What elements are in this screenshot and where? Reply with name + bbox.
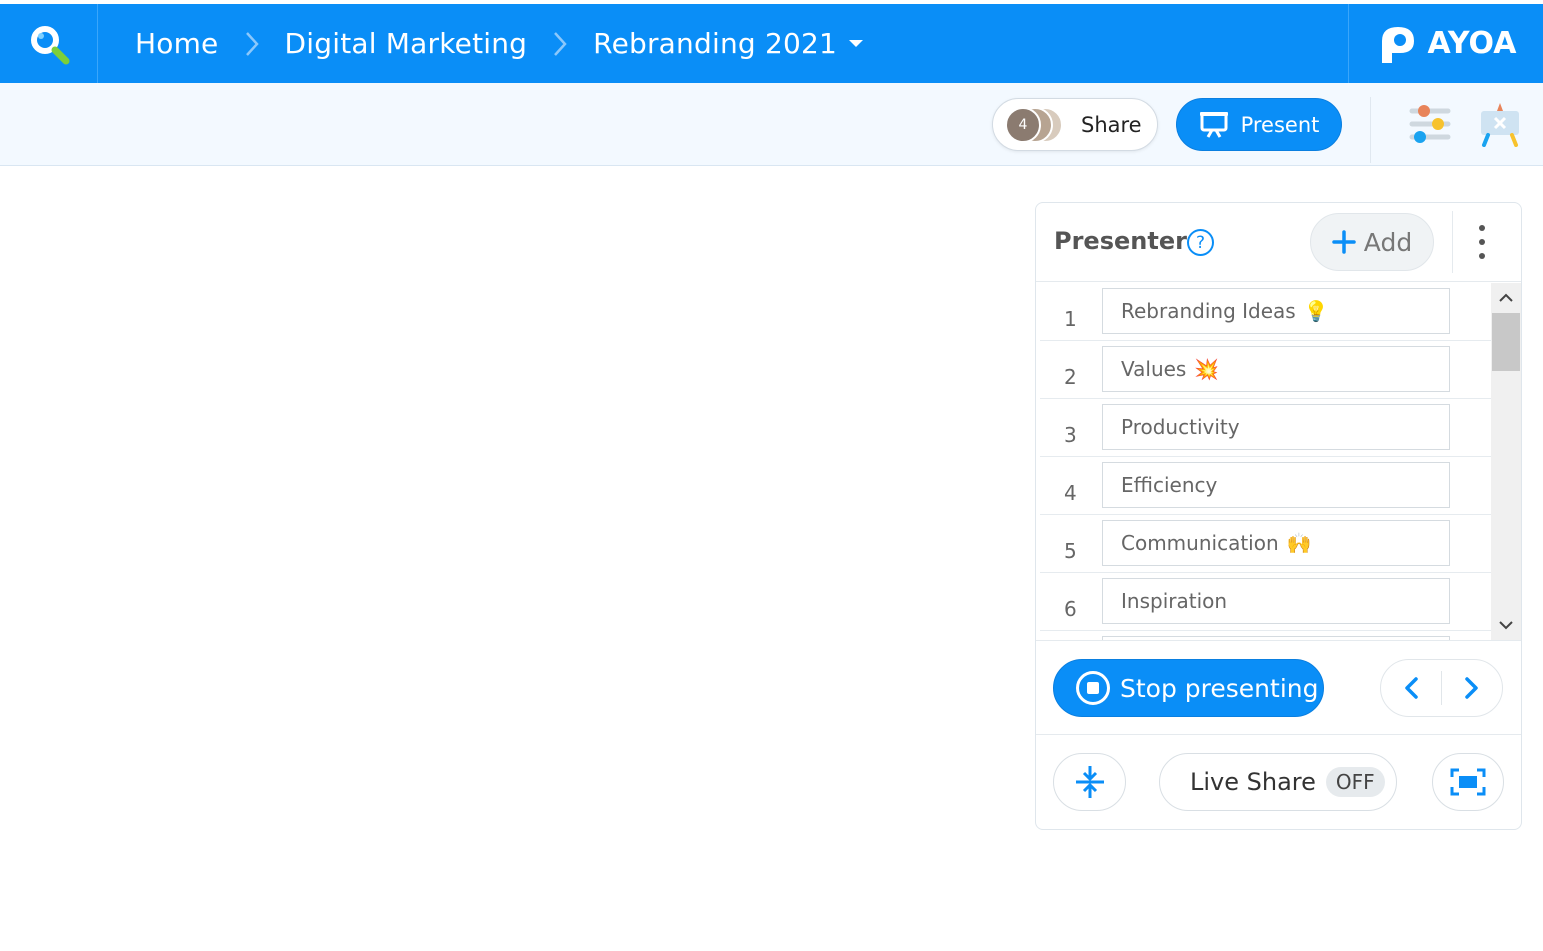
fullscreen-icon	[1450, 768, 1486, 796]
slide-item[interactable]: 2 Values 💥	[1040, 341, 1491, 399]
slide-number: 4	[1064, 481, 1077, 505]
breadcrumb-rebranding[interactable]: Rebranding 2021	[593, 27, 837, 60]
collapse-vertical-icon	[1075, 766, 1104, 798]
presentation-controls: Stop presenting	[1036, 640, 1521, 735]
share-button[interactable]: 4 Share	[992, 98, 1158, 151]
slide-item[interactable]: 1 Rebranding Ideas 💡	[1040, 283, 1491, 341]
breadcrumb-home[interactable]: Home	[135, 27, 219, 60]
collision-icon: 💥	[1194, 357, 1220, 381]
help-icon[interactable]: ?	[1187, 229, 1214, 256]
live-share-toggle[interactable]: Live Share OFF	[1159, 753, 1397, 811]
toolbar: 4 Share Present	[0, 83, 1543, 166]
chevron-right-icon	[553, 31, 567, 57]
next-slide-button[interactable]	[1442, 659, 1502, 717]
add-slide-button[interactable]: Add	[1310, 213, 1434, 271]
slide-title: Productivity	[1121, 415, 1240, 439]
presenter-panel: Presenter ? Add 1 Rebranding Ideas 💡 2 V…	[1035, 202, 1522, 830]
add-label: Add	[1363, 227, 1413, 257]
slide-number: 6	[1064, 597, 1077, 621]
collapse-button[interactable]	[1053, 753, 1126, 811]
toolbar-divider	[1370, 97, 1371, 163]
settings-sliders-button[interactable]	[1407, 101, 1453, 147]
presentation-board-button[interactable]	[1477, 101, 1523, 147]
present-label: Present	[1240, 112, 1320, 137]
chevron-down-icon[interactable]	[849, 40, 864, 47]
header-bar: Home Digital Marketing Rebranding 2021 A…	[0, 4, 1543, 83]
slide-title-box[interactable]: Values 💥	[1102, 346, 1450, 392]
slide-navigation	[1380, 659, 1503, 717]
raised-hands-icon: 🙌	[1286, 531, 1312, 555]
slide-list-scrollbar[interactable]	[1491, 283, 1521, 640]
presenter-header: Presenter ? Add	[1036, 203, 1521, 282]
slide-title: Values	[1121, 357, 1187, 381]
live-share-label: Live Share	[1190, 768, 1316, 796]
slide-item[interactable]	[1040, 631, 1491, 640]
stop-label: Stop presenting	[1120, 673, 1319, 703]
slide-title-box[interactable]: Productivity	[1102, 404, 1450, 450]
logo-text: AYOA	[1427, 26, 1517, 61]
presenter-footer: Live Share OFF	[1036, 735, 1521, 830]
present-button[interactable]: Present	[1176, 98, 1342, 151]
lightbulb-icon: 💡	[1303, 299, 1329, 323]
slide-title-box[interactable]: Communication 🙌	[1102, 520, 1450, 566]
breadcrumb: Home Digital Marketing Rebranding 2021	[135, 4, 864, 83]
live-share-state-badge: OFF	[1325, 767, 1385, 797]
avatar: 4	[1005, 106, 1041, 143]
slide-list: 1 Rebranding Ideas 💡 2 Values 💥 3 Produc…	[1040, 283, 1491, 640]
slide-title-box[interactable]: Inspiration	[1102, 578, 1450, 624]
collaborator-avatars: 4	[1005, 105, 1075, 145]
settings-sliders-icon	[1409, 105, 1451, 143]
slide-item[interactable]: 3 Productivity	[1040, 399, 1491, 457]
slide-title-box[interactable]: Rebranding Ideas 💡	[1102, 288, 1450, 334]
breadcrumb-digital-marketing[interactable]: Digital Marketing	[285, 27, 528, 60]
presentation-icon	[1199, 111, 1228, 138]
scroll-up-icon[interactable]	[1491, 283, 1521, 313]
scrollbar-thumb[interactable]	[1492, 313, 1520, 371]
slide-number: 2	[1064, 365, 1077, 389]
slide-number: 3	[1064, 423, 1077, 447]
ayoa-logo-icon	[1381, 26, 1414, 63]
avatar-count: 4	[1018, 116, 1028, 133]
presentation-board-icon	[1481, 103, 1519, 147]
slide-title-box[interactable]: Efficiency	[1102, 462, 1450, 508]
chevron-right-icon	[1465, 677, 1478, 699]
slide-title: Efficiency	[1121, 473, 1218, 497]
slide-title: Inspiration	[1121, 589, 1228, 613]
slide-item[interactable]: 6 Inspiration	[1040, 573, 1491, 631]
scroll-down-icon[interactable]	[1491, 610, 1521, 640]
slide-number: 1	[1064, 307, 1077, 331]
chevron-right-icon	[245, 31, 259, 57]
slide-item[interactable]: 4 Efficiency	[1040, 457, 1491, 515]
fullscreen-button[interactable]	[1432, 753, 1504, 811]
search-button[interactable]	[0, 4, 98, 83]
search-icon	[30, 25, 69, 64]
slide-title: Rebranding Ideas	[1121, 299, 1296, 323]
slide-number: 5	[1064, 539, 1077, 563]
share-label: Share	[1081, 112, 1142, 137]
stop-icon	[1076, 671, 1110, 705]
previous-slide-button[interactable]	[1381, 659, 1441, 717]
ayoa-logo: AYOA	[1348, 4, 1543, 83]
presenter-title: Presenter	[1054, 227, 1187, 255]
header-divider	[1452, 211, 1453, 273]
more-options-icon[interactable]	[1474, 225, 1490, 259]
plus-icon	[1332, 230, 1356, 254]
stop-presenting-button[interactable]: Stop presenting	[1053, 659, 1324, 717]
slide-title: Communication	[1121, 531, 1279, 555]
chevron-left-icon	[1405, 677, 1418, 699]
slide-item[interactable]: 5 Communication 🙌	[1040, 515, 1491, 573]
